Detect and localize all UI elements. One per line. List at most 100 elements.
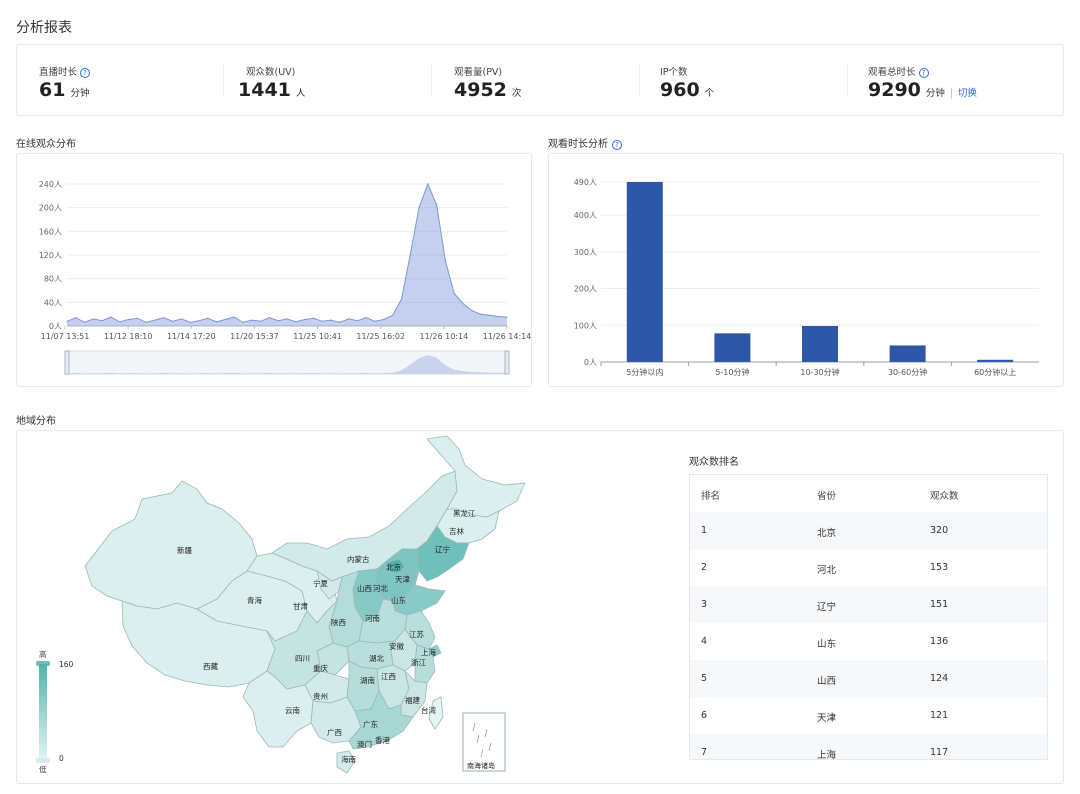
data-point [163, 317, 165, 319]
bar[interactable] [714, 333, 751, 362]
bar[interactable] [802, 326, 838, 362]
help-icon[interactable]: ? [612, 140, 622, 150]
viewers-cell: 124 [930, 673, 949, 684]
stat-unit: 次 [511, 88, 522, 99]
map-label: 安徽 [389, 641, 404, 651]
viewers-cell: 153 [930, 562, 949, 573]
divider [847, 65, 848, 97]
stat-label: 观看总时长 [868, 67, 916, 78]
map-label: 江西 [381, 672, 396, 681]
map-label: 山东 [391, 595, 406, 605]
stat-label: 观看量(PV) [454, 67, 503, 78]
y-tick-label: 200人 [39, 204, 62, 213]
y-tick-label: 80人 [44, 275, 62, 284]
stat-unit: 人 [295, 88, 306, 99]
map-label: 天津 [395, 575, 410, 584]
legend-low-label: 低 [39, 764, 47, 774]
bar[interactable] [889, 345, 926, 362]
province-cell: 天津 [817, 713, 837, 724]
table-row: 6 天津 121 [690, 697, 1047, 734]
y-tick-label: 120人 [39, 251, 62, 260]
rank-cell: 1 [701, 525, 708, 536]
legend-high-label: 高 [39, 649, 47, 659]
data-point [356, 320, 358, 322]
zoom-handle-right[interactable] [504, 350, 510, 375]
map-label: 辽宁 [435, 544, 450, 554]
stat-label: IP个数 [660, 67, 688, 78]
data-point [154, 319, 156, 321]
data-point [233, 316, 235, 318]
map-label: 吉林 [449, 526, 464, 536]
data-point [242, 321, 244, 323]
map-label: 四川 [295, 654, 310, 663]
data-point [101, 320, 103, 322]
data-point [277, 320, 279, 322]
switch-link[interactable]: 切换 [950, 88, 977, 99]
rank-cell: 2 [701, 562, 708, 573]
x-tick-label: 30-60分钟 [888, 367, 927, 377]
ranking-table: 排名 省份 观众数 1 北京 320 2 河北 153 3 辽宁 151 4 山 [689, 474, 1048, 760]
data-point [295, 321, 297, 323]
x-tick-label: 10-30分钟 [800, 367, 839, 377]
stat-value: 4952 [454, 79, 507, 101]
data-point [330, 319, 332, 321]
map-label: 海南 [341, 754, 356, 764]
map-label: 西藏 [203, 661, 218, 671]
data-point [66, 320, 68, 322]
table-row: 3 辽宁 151 [690, 586, 1047, 623]
data-point [392, 314, 394, 316]
rank-cell: 4 [701, 636, 708, 647]
legend-min-value: 0 [59, 754, 64, 763]
y-tick-label: 40人 [44, 298, 62, 307]
data-point [260, 320, 262, 322]
data-point [444, 260, 446, 262]
bar[interactable] [626, 182, 663, 362]
map-label: 青海 [247, 595, 262, 605]
stat-value: 1441 [238, 79, 291, 101]
page-title: 分析报表 [16, 20, 72, 36]
rank-cell: 7 [701, 747, 708, 758]
analytics-report-page: 分析报表 直播时长? 61 分钟 观众数(UV) 1441 人 观看量(PV) 49… [0, 0, 1080, 794]
data-point [480, 313, 482, 315]
map-label: 江苏 [409, 629, 424, 639]
data-point [128, 318, 130, 321]
y-tick-label: 160人 [39, 227, 62, 236]
map-label: 湖北 [369, 654, 384, 663]
region-distribution-card: 新疆 西藏 青海 甘肃 宁夏 内蒙古 黑龙江 吉林 辽宁 北京 天津 河北 山西… [16, 430, 1064, 784]
x-tick-label: 11/07 13:51 [41, 332, 90, 341]
help-icon[interactable]: ? [80, 68, 91, 78]
data-point [436, 204, 438, 206]
viewers-cell: 117 [930, 747, 949, 758]
data-point [339, 321, 341, 323]
stat-value: 960 [660, 79, 700, 101]
map-label: 广东 [363, 719, 378, 729]
map-label: 河北 [373, 584, 388, 593]
table-row: 4 山东 136 [690, 623, 1047, 660]
zoom-handle-left[interactable] [64, 350, 70, 375]
data-point [321, 320, 323, 322]
viewers-cell: 136 [930, 636, 949, 647]
map-label: 台湾 [421, 705, 436, 715]
rank-cell: 5 [701, 673, 708, 684]
legend-handle-bottom[interactable] [36, 758, 50, 763]
province-cell: 辽宁 [817, 602, 837, 613]
viewers-cell: 151 [930, 599, 949, 610]
stat-unit: 分钟 [70, 88, 90, 99]
map-label: 浙江 [411, 657, 426, 667]
stat-value: 61 [39, 79, 66, 101]
data-point [462, 302, 464, 305]
x-tick-label: 11/25 16:02 [356, 332, 405, 341]
watch-duration-chart: 0人 100人 200人 300人 400人 490人 5分钟以内 5-10分钟 10-30分钟… [574, 178, 1039, 377]
data-point [224, 318, 226, 321]
x-tick-label: 60分钟以上 [974, 367, 1016, 377]
data-point [312, 317, 314, 319]
data-point [497, 315, 499, 318]
region-section-title: 地域分布 [16, 416, 56, 427]
bar[interactable] [977, 359, 1014, 362]
data-point [374, 320, 376, 322]
divider [431, 65, 432, 97]
y-tick-label: 240人 [39, 180, 62, 189]
stat-label: 直播时长 [39, 67, 78, 78]
map-legend: 高 160 0 低 [36, 649, 74, 774]
help-icon[interactable]: ? [918, 68, 929, 78]
